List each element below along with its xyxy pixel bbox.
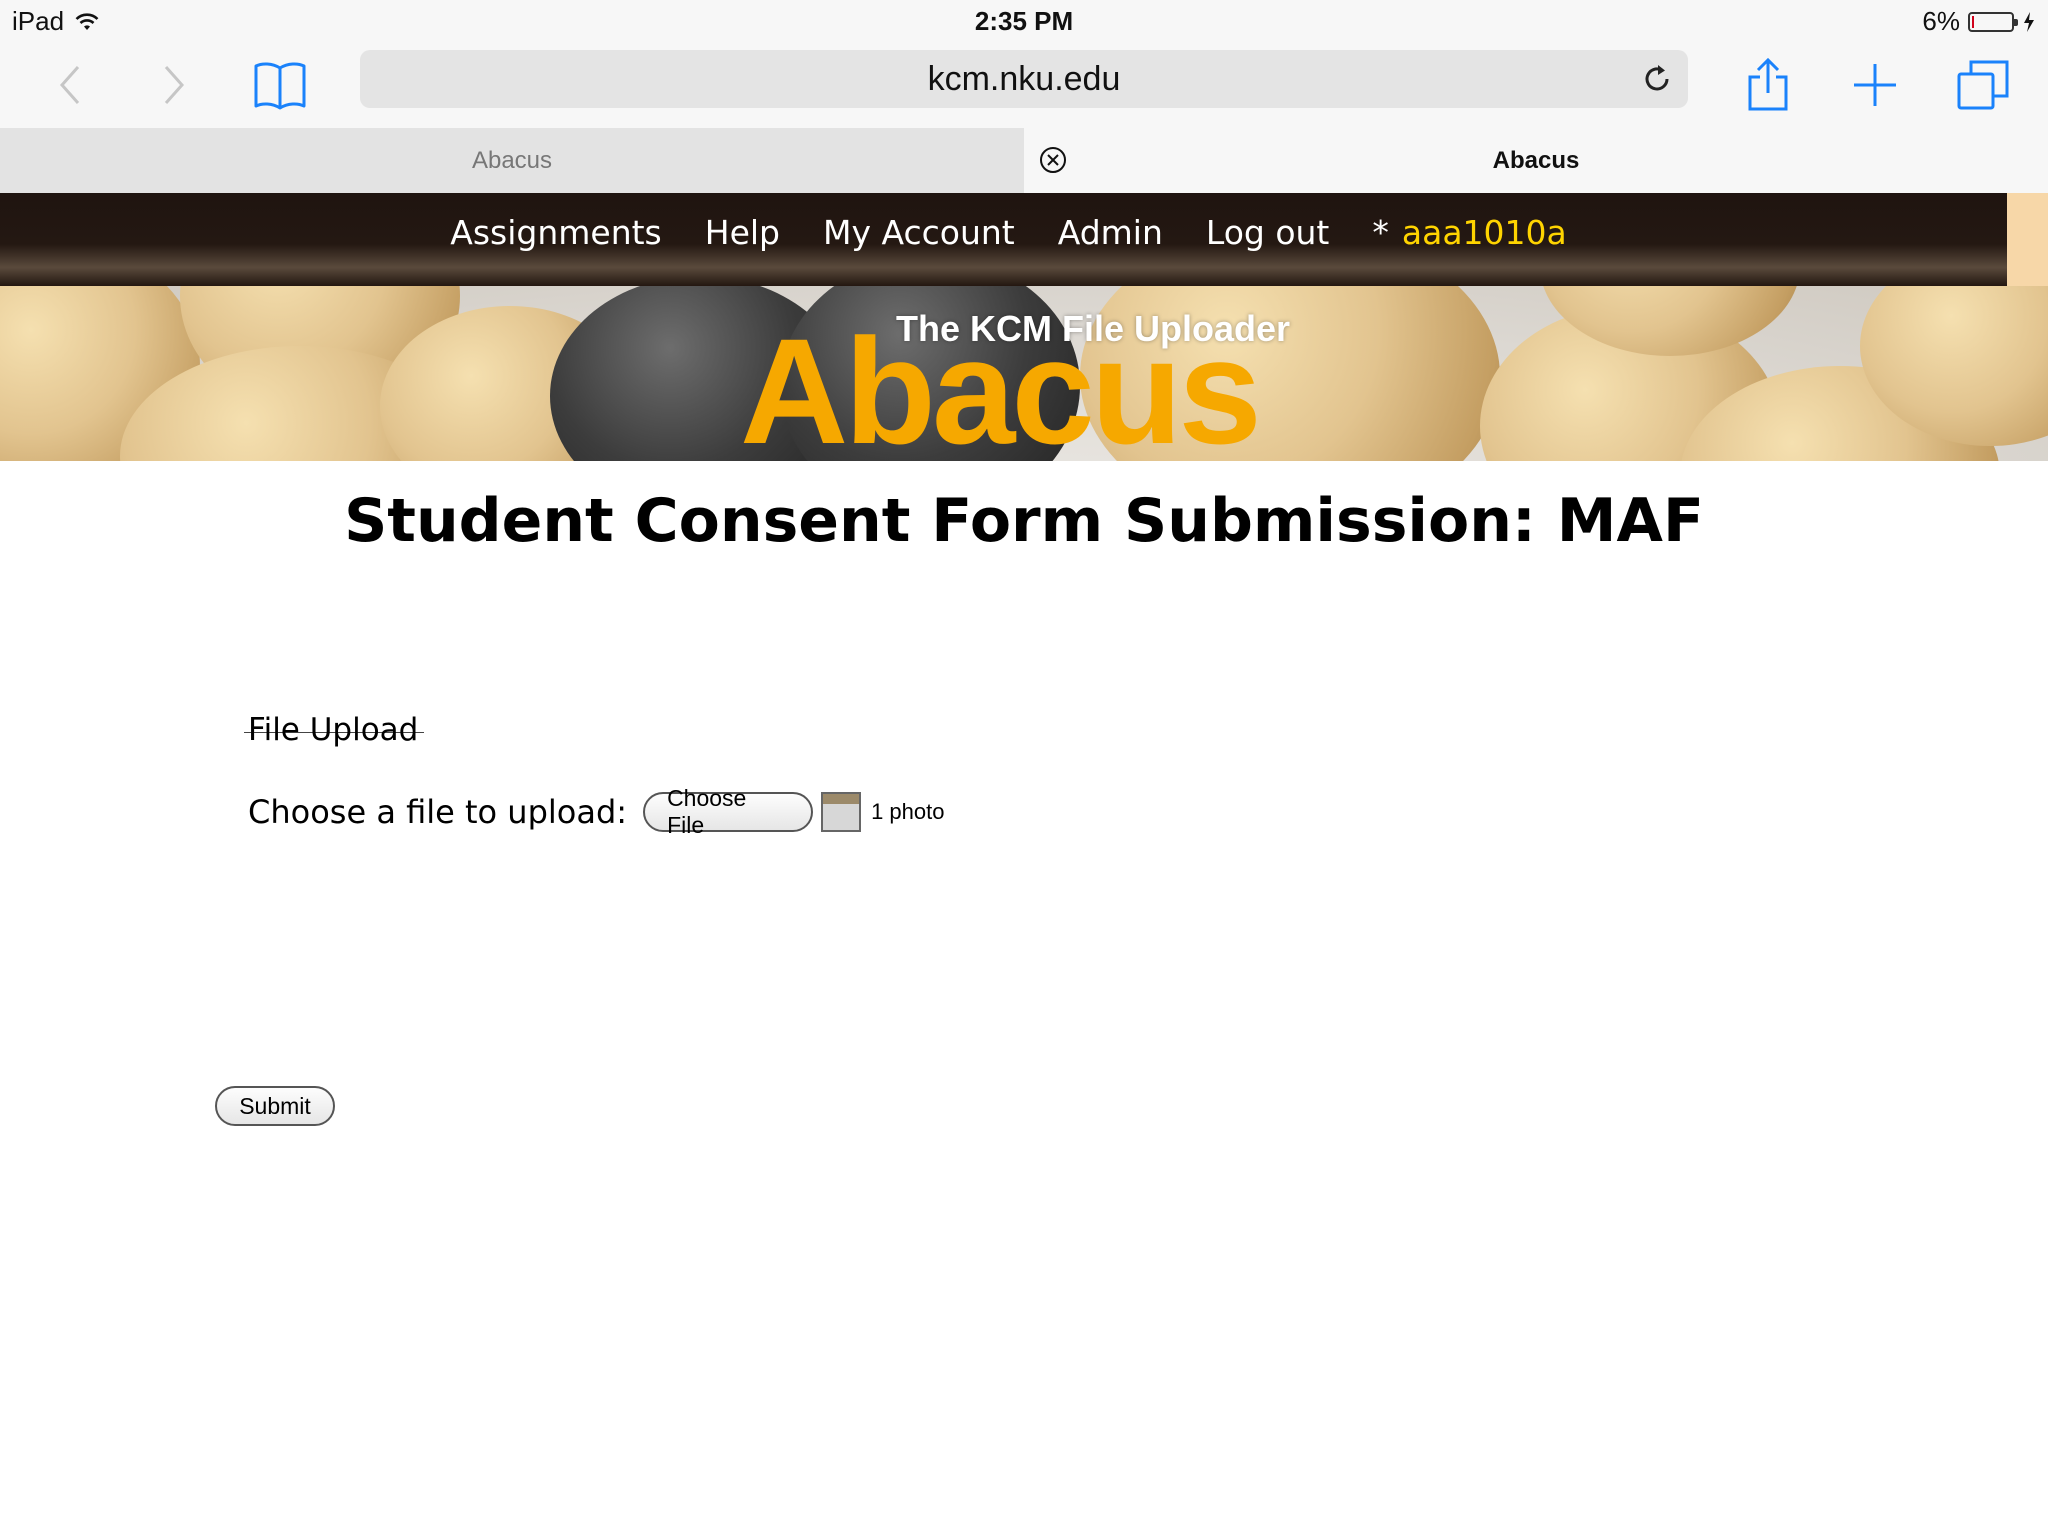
username: aaa1010a <box>1401 213 1567 252</box>
user-marker: * <box>1372 213 1389 252</box>
status-bar: iPad 2:35 PM 6% <box>0 0 2048 42</box>
status-right: 6% <box>1922 6 2036 37</box>
battery-level <box>1972 15 1974 28</box>
upload-row: Choose a file to upload: Choose File 1 p… <box>248 785 945 838</box>
page-title: Student Consent Form Submission: MAF <box>344 486 1704 556</box>
site-nav: Assignments Help My Account Admin Log ou… <box>0 193 2007 286</box>
browser-toolbar: kcm.nku.edu <box>0 42 2048 128</box>
banner-subtitle: The KCM File Uploader <box>896 308 1291 349</box>
nav-edge <box>2007 193 2048 286</box>
banner: Abacus The KCM File Uploader <box>0 286 2048 461</box>
close-tab-icon[interactable] <box>1038 145 1068 175</box>
charging-icon <box>2024 11 2034 32</box>
nav-log-out[interactable]: Log out <box>1206 213 1329 252</box>
choose-file-button[interactable]: Choose File <box>643 785 814 838</box>
nav-admin[interactable]: Admin <box>1058 213 1163 252</box>
forward-button[interactable] <box>140 50 210 120</box>
nav-assignments[interactable]: Assignments <box>450 213 662 252</box>
status-left: iPad <box>12 6 100 37</box>
chevron-left-icon <box>59 66 80 104</box>
share-icon <box>1748 57 1788 111</box>
nav-my-account[interactable]: My Account <box>823 213 1015 252</box>
battery-icon <box>1968 11 2018 32</box>
device-name: iPad <box>12 6 65 36</box>
show-tabs-button[interactable] <box>1948 50 2018 120</box>
tabs-icon <box>1957 60 2009 110</box>
new-tab-button[interactable] <box>1840 50 1910 120</box>
reload-icon[interactable] <box>1640 62 1674 96</box>
book-icon <box>254 62 306 110</box>
bookmarks-button[interactable] <box>245 50 315 120</box>
tab-abacus-2[interactable]: Abacus <box>1024 128 2048 193</box>
site-nav-items: Assignments Help My Account Admin Log ou… <box>0 213 2007 252</box>
share-button[interactable] <box>1733 50 1803 120</box>
chevron-right-icon <box>164 66 185 104</box>
tab-label: Abacus <box>471 146 553 174</box>
file-status: 1 photo <box>871 799 945 824</box>
submit-button[interactable]: Submit <box>215 1086 335 1126</box>
back-button[interactable] <box>34 50 104 120</box>
wifi-icon <box>75 12 99 30</box>
nav-help[interactable]: Help <box>705 213 780 252</box>
plus-icon <box>1854 64 1896 106</box>
tab-abacus-1[interactable]: Abacus <box>0 128 1024 193</box>
upload-label: Choose a file to upload: <box>248 793 628 831</box>
url-text: kcm.nku.edu <box>927 60 1121 98</box>
photo-thumbnail <box>821 792 862 832</box>
tab-bar: Abacus Abacus <box>0 128 2048 193</box>
battery-percent: 6% <box>1922 6 1960 36</box>
file-upload-heading: File Upload <box>248 712 419 748</box>
address-bar[interactable]: kcm.nku.edu <box>360 50 1688 108</box>
status-time: 2:35 PM <box>974 6 1074 36</box>
tab-label: Abacus <box>1492 146 1580 174</box>
